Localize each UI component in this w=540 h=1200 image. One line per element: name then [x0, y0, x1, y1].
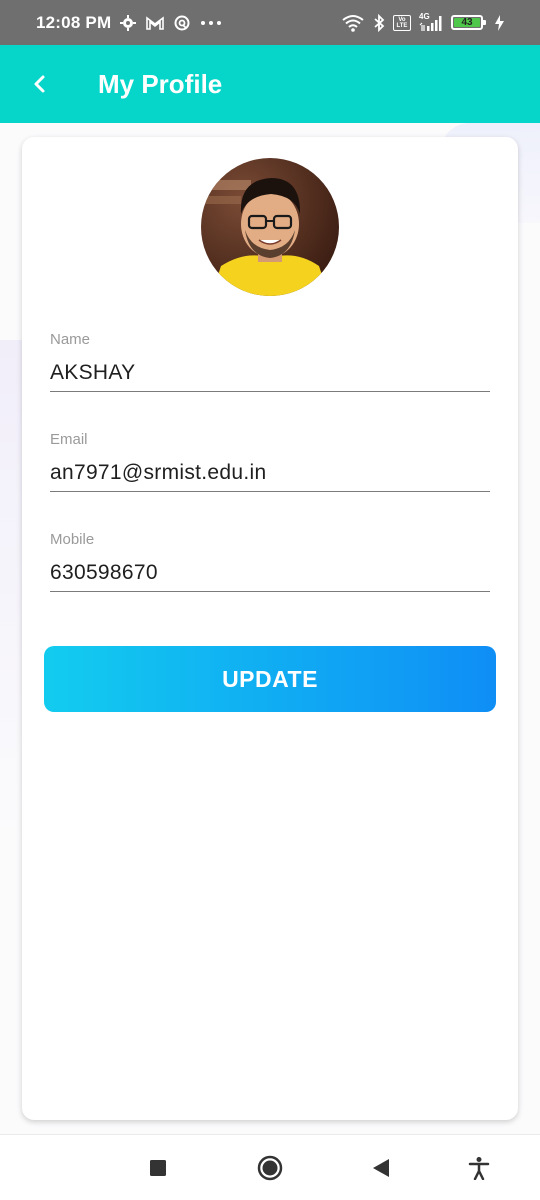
name-field[interactable]: Name AKSHAY [50, 331, 490, 392]
recents-square-icon [150, 1160, 166, 1176]
mobile-field[interactable]: Mobile 630598670 [50, 531, 490, 592]
status-time: 12:08 PM [36, 12, 112, 32]
back-button[interactable] [20, 64, 60, 104]
home-button[interactable] [255, 1153, 285, 1183]
settings-icon [120, 14, 137, 31]
profile-photo [201, 158, 339, 296]
status-right-icons: Vo LTE 4G 43 [341, 12, 504, 32]
accessibility-icon [468, 1157, 490, 1180]
accessibility-button[interactable] [464, 1153, 494, 1183]
back-nav-button[interactable] [366, 1153, 396, 1183]
volte-icon: Vo LTE [393, 14, 411, 31]
more-dots-icon [200, 20, 222, 26]
avatar[interactable] [201, 158, 339, 296]
chevron-left-icon [34, 75, 45, 93]
battery-level: 43 [461, 17, 473, 28]
page-title: My Profile [98, 68, 223, 99]
battery-icon: 43 [451, 15, 486, 30]
back-triangle-icon [373, 1159, 389, 1177]
home-circle-icon [257, 1155, 283, 1181]
system-nav-bar [0, 1134, 540, 1200]
wifi-icon [341, 14, 365, 32]
app-bar: My Profile [0, 45, 540, 123]
name-input[interactable]: AKSHAY [50, 361, 490, 392]
gmail-icon [146, 15, 165, 30]
email-input[interactable]: an7971@srmist.edu.in [50, 461, 490, 492]
bluetooth-icon [373, 13, 385, 32]
email-field[interactable]: Email an7971@srmist.edu.in [50, 431, 490, 492]
signal-4g-icon: 4G [419, 12, 443, 32]
status-bar: 12:08 PM Vo LTE 4G 43 [0, 0, 540, 45]
recents-button[interactable] [143, 1153, 173, 1183]
charging-icon [495, 14, 504, 31]
update-button[interactable]: UPDATE [44, 646, 496, 712]
volte-label: Vo LTE [396, 16, 408, 29]
profile-card: Name AKSHAY Email an7971@srmist.edu.in M… [22, 137, 518, 1120]
status-left-icons [120, 14, 222, 31]
name-label: Name [50, 331, 91, 348]
mobile-input[interactable]: 630598670 [50, 561, 490, 592]
email-label: Email [50, 431, 88, 448]
mobile-label: Mobile [50, 531, 95, 548]
vpn-icon [174, 15, 190, 31]
